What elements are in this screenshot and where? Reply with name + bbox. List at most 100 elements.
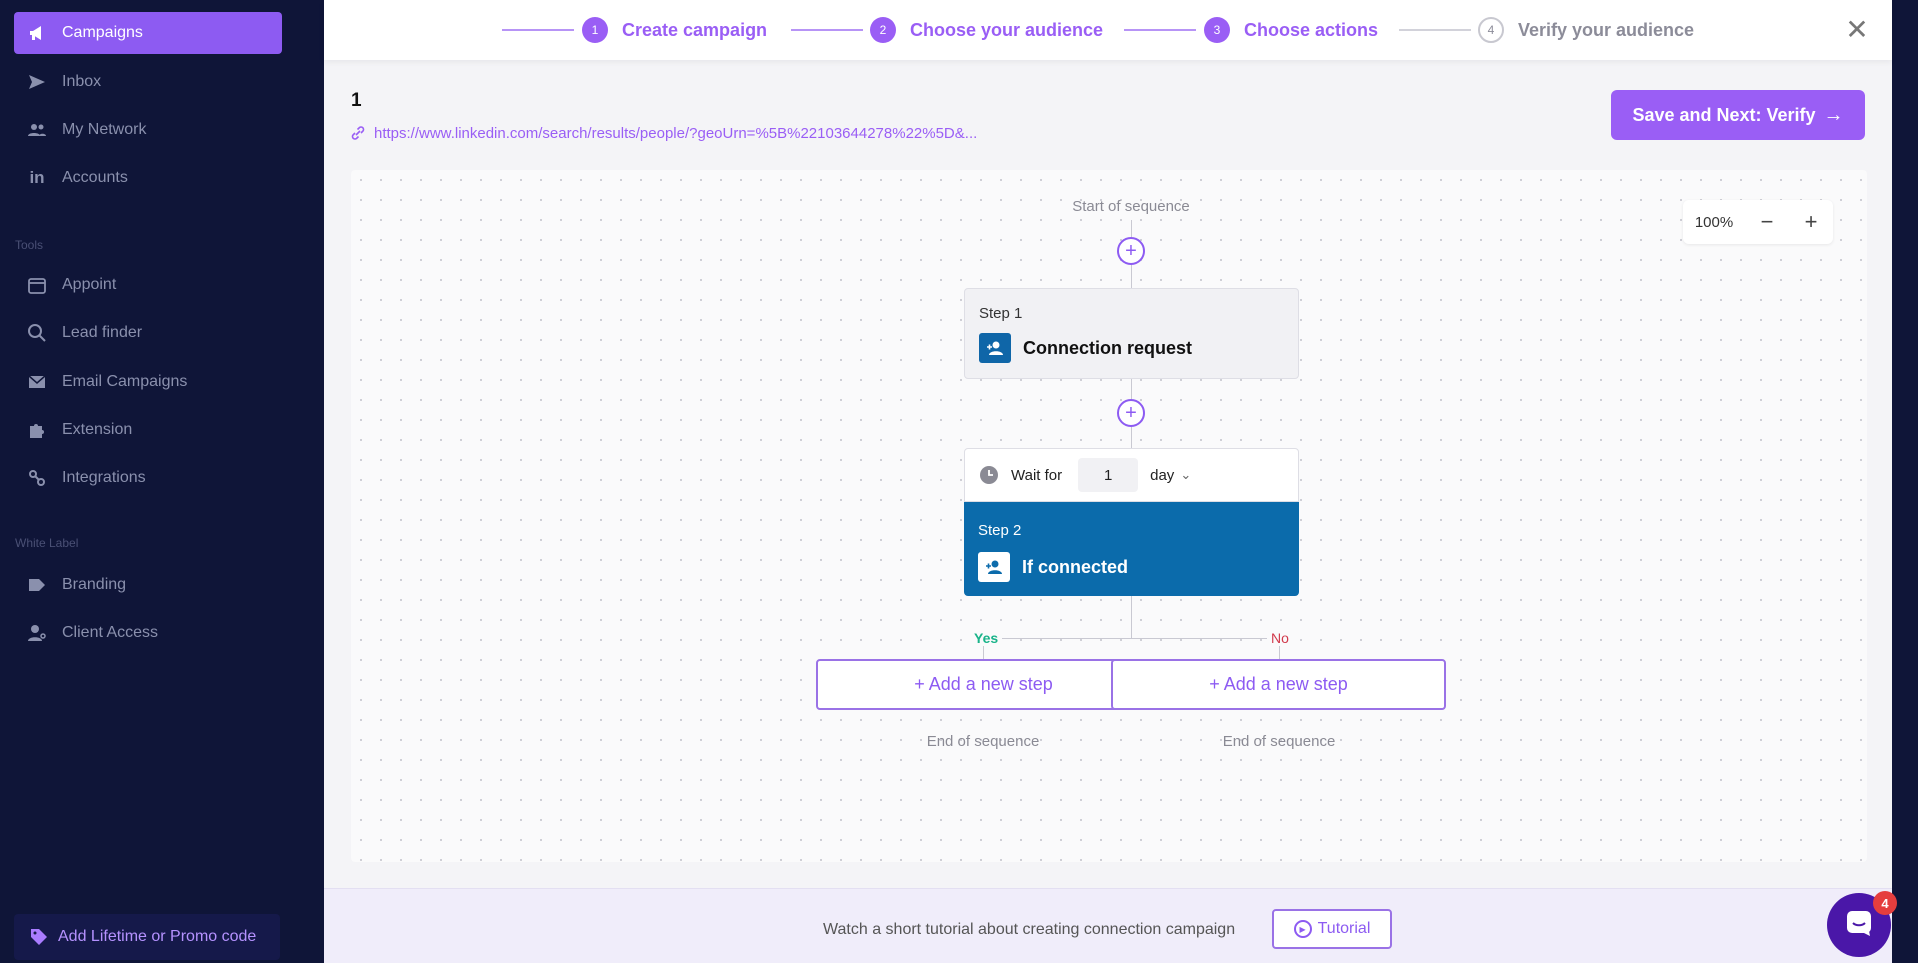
sidebar-item-campaigns[interactable]: Campaigns: [14, 12, 282, 54]
wait-unit-select[interactable]: day ⌄: [1150, 467, 1191, 484]
section-tools-label: Tools: [15, 238, 44, 252]
sidebar-item-label: Inbox: [62, 73, 102, 90]
step-number: 2: [870, 17, 896, 43]
sidebar-item-branding[interactable]: Branding: [14, 564, 282, 606]
sidebar-item-label: Integrations: [62, 469, 146, 486]
user-key-icon: [26, 622, 48, 644]
tag-icon: [26, 574, 48, 596]
step-number: 4: [1478, 17, 1504, 43]
wait-delay-card: Wait for 1 day ⌄: [964, 448, 1299, 502]
sidebar-item-label: Campaigns: [62, 24, 143, 41]
step-title: If connected: [978, 552, 1128, 582]
stepper-connector: [1124, 29, 1196, 31]
people-icon: [26, 119, 48, 141]
campaign-editor-panel: 1 Create campaign 2 Choose your audience…: [324, 0, 1892, 963]
step-number-label: Step 2: [978, 522, 1022, 539]
integrations-icon: [26, 467, 48, 489]
step-2-card[interactable]: Step 2 If connected: [964, 502, 1299, 596]
add-step-plus-button[interactable]: +: [1117, 399, 1145, 427]
sidebar-item-appoint[interactable]: Appoint: [14, 264, 282, 306]
connector-line: [1131, 596, 1132, 638]
sidebar-item-integrations[interactable]: Integrations: [14, 457, 282, 499]
sequence-canvas[interactable]: 100% − + Start of sequence + Step 1 Conn…: [351, 170, 1867, 862]
save-button-label: Save and Next: Verify: [1632, 104, 1816, 125]
stepper-connector: [1399, 29, 1471, 31]
campaign-url-text: https://www.linkedin.com/search/results/…: [374, 124, 978, 142]
wizard-step-1[interactable]: 1 Create campaign: [582, 16, 767, 44]
step-label: Create campaign: [622, 19, 768, 40]
branch-no-label: No: [1267, 630, 1293, 646]
zoom-control: 100% − +: [1683, 200, 1833, 244]
branch-line: [983, 638, 1279, 639]
play-icon: ▶: [1293, 920, 1312, 938]
wizard-step-3[interactable]: 3 Choose actions: [1204, 16, 1378, 44]
step-label: Verify your audience: [1518, 19, 1695, 40]
sidebar-item-label: Email Campaigns: [62, 373, 188, 390]
wizard-step-2[interactable]: 2 Choose your audience: [870, 16, 1103, 44]
end-of-sequence-label: End of sequence: [1222, 733, 1336, 750]
sidebar-item-client-access[interactable]: Client Access: [14, 612, 282, 654]
tutorial-button-label: Tutorial: [1317, 920, 1371, 937]
clock-icon: [979, 464, 1001, 486]
add-step-plus-button[interactable]: +: [1117, 237, 1145, 265]
step-title-text: If connected: [1022, 556, 1129, 577]
tutorial-footer: Watch a short tutorial about creating co…: [324, 888, 1892, 963]
sidebar-item-label: Appoint: [62, 276, 117, 293]
sidebar-item-lead-finder[interactable]: Lead finder: [14, 312, 282, 354]
notification-badge: 4: [1873, 891, 1897, 915]
puzzle-icon: [26, 419, 48, 441]
megaphone-icon: [26, 22, 48, 44]
chat-icon: [1844, 908, 1874, 943]
zoom-out-button[interactable]: −: [1745, 200, 1789, 244]
wizard-step-4[interactable]: 4 Verify your audience: [1478, 16, 1694, 44]
mail-icon: [26, 371, 48, 393]
sidebar-item-accounts[interactable]: in Accounts: [14, 157, 282, 199]
tutorial-button[interactable]: ▶ Tutorial: [1272, 909, 1392, 949]
sidebar-item-label: Accounts: [62, 169, 128, 186]
wait-value-input[interactable]: 1: [1078, 458, 1139, 492]
sidebar-item-extension[interactable]: Extension: [14, 409, 282, 451]
campaign-name: 1: [351, 90, 362, 111]
promo-code-button[interactable]: Add Lifetime or Promo code: [14, 914, 280, 960]
sidebar-item-label: Extension: [62, 421, 133, 438]
sidebar-item-email-campaigns[interactable]: Email Campaigns: [14, 361, 282, 403]
linkedin-icon: in: [29, 168, 45, 187]
wizard-stepper: 1 Create campaign 2 Choose your audience…: [324, 0, 1892, 60]
end-of-sequence-label: End of sequence: [926, 733, 1040, 750]
step-label: Choose your audience: [910, 19, 1104, 40]
step-number: 3: [1204, 17, 1230, 43]
start-of-sequence-label: Start of sequence: [1072, 198, 1190, 215]
stepper-connector: [502, 29, 574, 31]
send-icon: [26, 71, 48, 93]
step-number: 1: [582, 17, 608, 43]
link-icon: [350, 124, 368, 142]
campaign-url-link[interactable]: https://www.linkedin.com/search/results/…: [350, 124, 977, 142]
stepper-connector: [791, 29, 863, 31]
zoom-level: 100%: [1694, 213, 1734, 231]
arrow-right-icon: →: [1823, 103, 1844, 126]
chevron-down-icon: ⌄: [1180, 467, 1192, 482]
step-number-label: Step 1: [979, 305, 1023, 322]
add-person-icon: [978, 552, 1010, 582]
add-new-step-yes-button[interactable]: + Add a new step: [816, 659, 1151, 710]
branch-yes-label: Yes: [970, 630, 1003, 646]
sidebar-item-inbox[interactable]: Inbox: [14, 61, 282, 103]
save-next-verify-button[interactable]: Save and Next: Verify →: [1611, 90, 1865, 140]
step-title-text: Connection request: [1023, 337, 1193, 358]
sidebar-item-label: Client Access: [62, 624, 159, 641]
sidebar-item-my-network[interactable]: My Network: [14, 109, 282, 151]
step-label: Choose actions: [1244, 19, 1379, 40]
wait-label: Wait for: [1011, 466, 1063, 484]
promo-label: Add Lifetime or Promo code: [58, 928, 257, 945]
section-white-label: White Label: [15, 536, 79, 550]
step-1-card[interactable]: Step 1 Connection request: [964, 288, 1299, 379]
tag-icon: [28, 926, 50, 948]
zoom-in-button[interactable]: +: [1789, 200, 1833, 244]
close-icon[interactable]: ✕: [1842, 14, 1872, 45]
add-person-icon: [979, 333, 1011, 363]
search-icon: [26, 322, 48, 344]
wait-unit-value: day: [1150, 466, 1175, 484]
add-new-step-no-button[interactable]: + Add a new step: [1111, 659, 1446, 710]
chat-launcher-button[interactable]: 4: [1827, 891, 1897, 957]
tutorial-prompt-text: Watch a short tutorial about creating co…: [823, 921, 1236, 938]
